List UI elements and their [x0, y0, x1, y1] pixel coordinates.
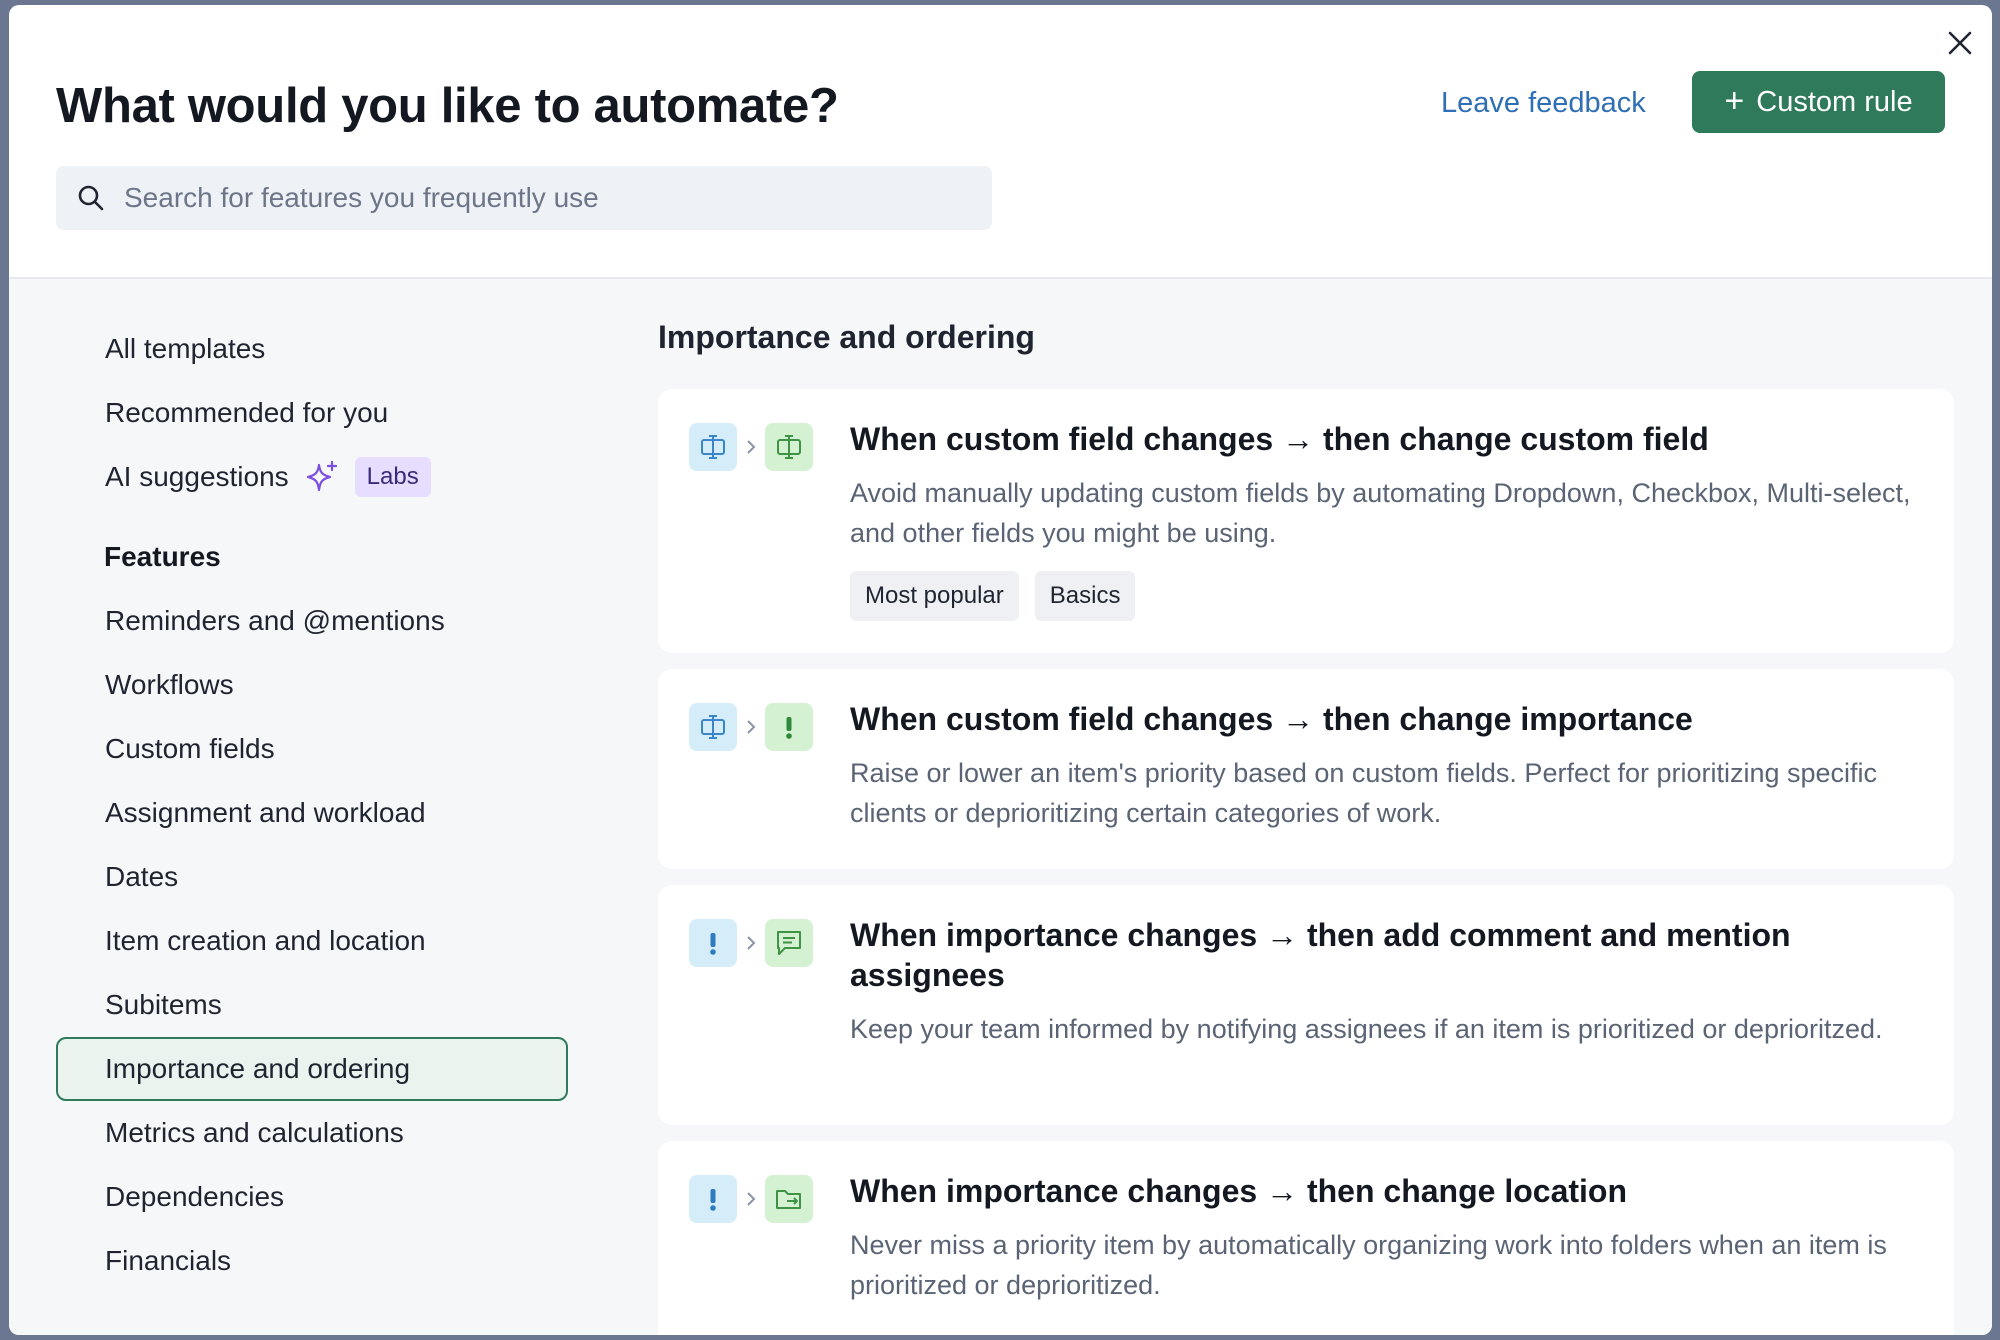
sidebar-item-custom-fields[interactable]: Custom fields [56, 717, 568, 781]
tag-basics: Basics [1034, 571, 1136, 621]
card-icons [689, 423, 813, 471]
sidebar-item-ai-suggestions[interactable]: AI suggestions Labs [56, 445, 568, 509]
importance-icon [689, 919, 737, 967]
tag-most-popular: Most popular [850, 571, 1019, 621]
template-card[interactable]: When importance changes → then change lo… [658, 1141, 1954, 1335]
sidebar-item-recommended[interactable]: Recommended for you [56, 381, 568, 445]
custom-field-icon [765, 423, 813, 471]
card-description: Keep your team informed by notifying ass… [850, 1014, 1883, 1044]
card-title: When custom field changes → then change … [850, 421, 1709, 457]
sidebar-item-label: Financials [105, 1245, 232, 1276]
sidebar-item-item-creation[interactable]: Item creation and location [56, 909, 568, 973]
leave-feedback-link[interactable]: Leave feedback [1441, 87, 1646, 120]
sidebar-item-label: AI suggestions [105, 461, 289, 492]
sidebar-item-label: Dates [105, 861, 179, 892]
comment-icon [765, 919, 813, 967]
plus-icon: + [1724, 81, 1745, 120]
sidebar-item-metrics[interactable]: Metrics and calculations [56, 1101, 568, 1165]
folder-move-icon [765, 1175, 813, 1223]
importance-icon [765, 703, 813, 751]
automation-modal: What would you like to automate? Leave f… [9, 5, 1992, 1335]
card-tags: Most popular Basics [850, 571, 1920, 621]
importance-icon [689, 1175, 737, 1223]
custom-rule-button[interactable]: + Custom rule [1692, 71, 1945, 133]
card-icons [689, 703, 813, 751]
sidebar-item-label: Recommended for you [105, 397, 389, 428]
template-card[interactable]: When custom field changes → then change … [658, 389, 1954, 653]
sidebar-item-label: Importance and ordering [105, 1053, 411, 1084]
sidebar-item-dependencies[interactable]: Dependencies [56, 1165, 568, 1229]
features-heading: Features [104, 541, 221, 572]
section-title: Importance and ordering [658, 319, 1035, 355]
sidebar-item-label: Assignment and workload [105, 797, 426, 828]
template-card[interactable]: When importance changes → then add comme… [658, 885, 1954, 1125]
sidebar-item-label: All templates [105, 333, 266, 364]
card-title: When importance changes → then add comme… [850, 917, 1791, 993]
sidebar-item-label: Workflows [105, 669, 234, 700]
sidebar-item-importance[interactable]: Importance and ordering [56, 1037, 568, 1101]
card-description: Raise or lower an item's priority based … [850, 758, 1878, 828]
sidebar-item-financials[interactable]: Financials [56, 1229, 568, 1293]
content-area: All templates Recommended for you AI sug… [9, 279, 1992, 1335]
card-description: Never miss a priority item by automatica… [850, 1230, 1887, 1300]
chevron-right-icon [737, 934, 765, 952]
search-input[interactable] [124, 182, 944, 214]
sidebar-item-label: Dependencies [105, 1181, 285, 1212]
sidebar-item-label: Custom fields [105, 733, 275, 764]
sidebar-item-all-templates[interactable]: All templates [56, 317, 568, 381]
sidebar-item-subitems[interactable]: Subitems [56, 973, 568, 1037]
sidebar-item-label: Item creation and location [105, 925, 426, 956]
sidebar-item-workflows[interactable]: Workflows [56, 653, 568, 717]
chevron-right-icon [737, 1190, 765, 1208]
card-description: Avoid manually updating custom fields by… [850, 478, 1911, 548]
search-icon [76, 183, 106, 213]
custom-field-icon [689, 703, 737, 751]
chevron-right-icon [737, 438, 765, 456]
sparkle-icon [305, 460, 339, 494]
sidebar-item-label: Metrics and calculations [105, 1117, 404, 1148]
sidebar-item-label: Reminders and @mentions [105, 605, 445, 636]
page-title: What would you like to automate? [56, 79, 839, 133]
custom-field-icon [689, 423, 737, 471]
card-title: When importance changes → then change lo… [850, 1173, 1627, 1209]
close-icon[interactable] [1942, 25, 1978, 61]
sidebar-item-assignment[interactable]: Assignment and workload [56, 781, 568, 845]
card-icons [689, 1175, 813, 1223]
custom-rule-label: Custom rule [1756, 85, 1913, 118]
card-icons [689, 919, 813, 967]
search-bar[interactable] [56, 166, 992, 230]
sidebar-item-dates[interactable]: Dates [56, 845, 568, 909]
labs-badge: Labs [354, 457, 431, 497]
chevron-right-icon [737, 718, 765, 736]
card-title: When custom field changes → then change … [850, 701, 1693, 737]
sidebar-item-label: Subitems [105, 989, 222, 1020]
sidebar-item-reminders[interactable]: Reminders and @mentions [56, 589, 568, 653]
template-card[interactable]: When custom field changes → then change … [658, 669, 1954, 869]
